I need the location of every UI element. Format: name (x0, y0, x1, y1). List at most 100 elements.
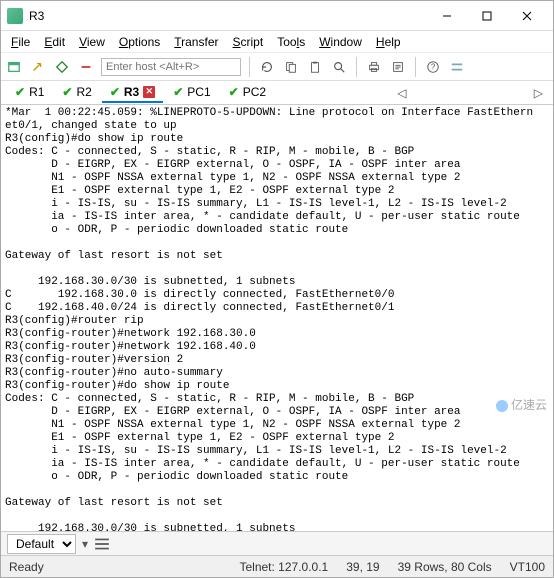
terminal-line (5, 484, 549, 497)
terminal-line: D - EIGRP, EX - EIGRP external, O - OSPF… (5, 159, 549, 172)
terminal-line: ia - IS-IS inter area, * - candidate def… (5, 458, 549, 471)
separator (356, 57, 357, 77)
find-icon[interactable] (330, 58, 348, 76)
tab-label: R1 (29, 85, 44, 99)
close-tab-icon[interactable]: ✕ (143, 86, 155, 98)
check-icon: ✔ (173, 85, 183, 99)
terminal-line: o - ODR, P - periodic downloaded static … (5, 471, 549, 484)
status-bar: Ready Telnet: 127.0.0.1 39, 19 39 Rows, … (1, 555, 553, 577)
tab-pc2[interactable]: ✔ PC2 (221, 83, 274, 103)
svg-text:?: ? (431, 62, 436, 71)
tab-label: PC2 (243, 85, 266, 99)
copy-icon[interactable] (282, 58, 300, 76)
status-size: 39 Rows, 80 Cols (398, 560, 492, 574)
menu-edit[interactable]: Edit (38, 33, 71, 51)
terminal-line: E1 - OSPF external type 1, E2 - OSPF ext… (5, 185, 549, 198)
tab-scroll-right-icon[interactable]: ▷ (530, 86, 547, 100)
tab-scroll-left-icon[interactable]: ◁ (393, 86, 410, 100)
profile-select[interactable]: Default (7, 534, 76, 554)
terminal-line: et0/1, changed state to up (5, 120, 549, 133)
maximize-button[interactable] (467, 2, 507, 30)
menu-script[interactable]: Script (227, 33, 270, 51)
terminal-line: ia - IS-IS inter area, * - candidate def… (5, 211, 549, 224)
terminal-line: *Mar 1 00:22:45.059: %LINEPROTO-5-UPDOWN… (5, 107, 549, 120)
host-input[interactable] (101, 58, 241, 76)
terminal-line: i - IS-IS, su - IS-IS summary, L1 - IS-I… (5, 198, 549, 211)
menu-bar: File Edit View Options Transfer Script T… (1, 31, 553, 53)
window-title: R3 (29, 9, 427, 23)
terminal-line: o - ODR, P - periodic downloaded static … (5, 224, 549, 237)
separator (415, 57, 416, 77)
reconnect-icon[interactable] (258, 58, 276, 76)
watermark: 亿速云 (494, 398, 549, 413)
terminal-line: i - IS-IS, su - IS-IS summary, L1 - IS-I… (5, 445, 549, 458)
terminal-line: C 192.168.40.0/24 is directly connected,… (5, 302, 549, 315)
check-icon: ✔ (229, 85, 239, 99)
watermark-icon (496, 400, 508, 412)
terminal-line: 192.168.30.0/30 is subnetted, 1 subnets (5, 523, 549, 531)
session-tabs: ✔ R1 ✔ R2 ✔ R3 ✕ ✔ PC1 ✔ PC2 ◁ ▷ (1, 81, 553, 105)
toolbar: ? (1, 53, 553, 81)
chevron-down-icon[interactable]: ▾ (82, 537, 88, 551)
terminal-line: D - EIGRP, EX - EIGRP external, O - OSPF… (5, 406, 549, 419)
terminal-line: N1 - OSPF NSSA external type 1, N2 - OSP… (5, 172, 549, 185)
tab-label: R2 (76, 85, 91, 99)
terminal-line: R3(config)#do show ip route (5, 133, 549, 146)
separator (249, 57, 250, 77)
tab-r1[interactable]: ✔ R1 (7, 83, 52, 103)
menu-help[interactable]: Help (370, 33, 407, 51)
terminal-line: R3(config)#router rip (5, 315, 549, 328)
connect-icon[interactable] (53, 58, 71, 76)
terminal-line: C 192.168.30.0 is directly connected, Fa… (5, 289, 549, 302)
burger-icon[interactable] (94, 536, 110, 552)
quick-connect-icon[interactable] (29, 58, 47, 76)
disconnect-icon[interactable] (77, 58, 95, 76)
status-ready: Ready (9, 560, 44, 574)
terminal-line: Gateway of last resort is not set (5, 250, 549, 263)
terminal-line: R3(config-router)#do show ip route (5, 380, 549, 393)
terminal-line: R3(config-router)#network 192.168.30.0 (5, 328, 549, 341)
tab-label: PC1 (187, 85, 210, 99)
terminal-line: 192.168.30.0/30 is subnetted, 1 subnets (5, 276, 549, 289)
terminal-line: Codes: C - connected, S - static, R - RI… (5, 146, 549, 159)
bottom-toolbar: Default ▾ (1, 531, 553, 555)
menu-tools[interactable]: Tools (271, 33, 311, 51)
terminal-output[interactable]: *Mar 1 00:22:45.059: %LINEPROTO-5-UPDOWN… (1, 105, 553, 531)
status-term: VT100 (510, 560, 545, 574)
tab-label: R3 (124, 85, 139, 99)
menu-file[interactable]: File (5, 33, 36, 51)
app-icon (7, 8, 23, 24)
terminal-line (5, 263, 549, 276)
terminal-line: R3(config-router)#version 2 (5, 354, 549, 367)
props-icon[interactable] (389, 58, 407, 76)
session-mgr-icon[interactable] (5, 58, 23, 76)
print-icon[interactable] (365, 58, 383, 76)
tab-pc1[interactable]: ✔ PC1 (165, 83, 218, 103)
watermark-text: 亿速云 (511, 398, 547, 412)
tab-r2[interactable]: ✔ R2 (54, 83, 99, 103)
terminal-line: Gateway of last resort is not set (5, 497, 549, 510)
terminal-line (5, 237, 549, 250)
terminal-line: N1 - OSPF NSSA external type 1, N2 - OSP… (5, 419, 549, 432)
terminal-line: R3(config-router)#network 192.168.40.0 (5, 341, 549, 354)
terminal-line (5, 510, 549, 523)
close-button[interactable] (507, 2, 547, 30)
help-icon[interactable]: ? (424, 58, 442, 76)
paste-icon[interactable] (306, 58, 324, 76)
status-host: Telnet: 127.0.0.1 (239, 560, 328, 574)
title-bar: R3 (1, 1, 553, 31)
menu-options[interactable]: Options (113, 33, 166, 51)
check-icon: ✔ (15, 85, 25, 99)
status-cursor-pos: 39, 19 (346, 560, 379, 574)
terminal-line: Codes: C - connected, S - static, R - RI… (5, 393, 549, 406)
tab-r3[interactable]: ✔ R3 ✕ (102, 83, 163, 103)
menu-transfer[interactable]: Transfer (168, 33, 224, 51)
check-icon: ✔ (110, 85, 120, 99)
terminal-line: R3(config-router)#no auto-summary (5, 367, 549, 380)
options-icon[interactable] (448, 58, 466, 76)
minimize-button[interactable] (427, 2, 467, 30)
check-icon: ✔ (62, 85, 72, 99)
terminal-line: E1 - OSPF external type 1, E2 - OSPF ext… (5, 432, 549, 445)
menu-window[interactable]: Window (313, 33, 368, 51)
menu-view[interactable]: View (73, 33, 111, 51)
